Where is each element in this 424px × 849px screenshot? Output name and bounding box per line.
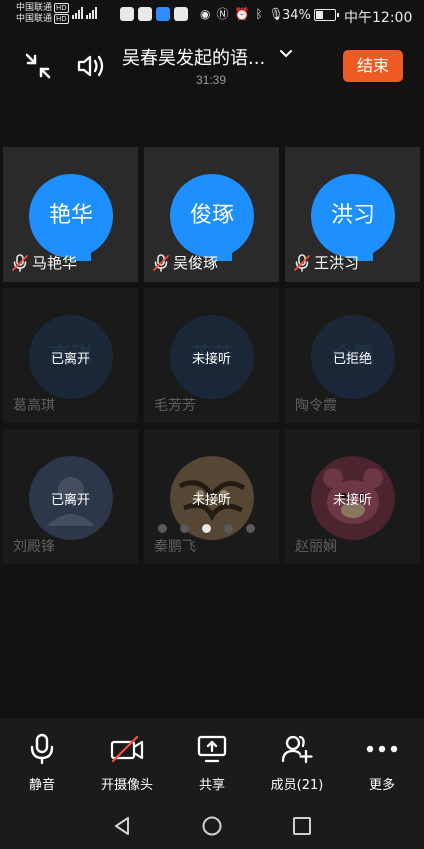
clock: 中午12:00 [344, 10, 413, 26]
more-icon [366, 745, 398, 753]
hd-badge-2: HD [54, 14, 69, 24]
call-header: 吴春昊发起的语... 31:39 结束 [0, 30, 424, 100]
minimize-icon [25, 53, 51, 79]
share-screen-icon [197, 735, 227, 763]
app-notification-icon [120, 7, 134, 21]
camera-off-icon [110, 735, 144, 763]
participant-tile[interactable]: 艳华 马艳华 [3, 147, 138, 282]
participant-name: 王洪习 [314, 254, 360, 272]
participant-status: 已拒绝 [332, 352, 372, 367]
eye-icon: ◉ [200, 7, 211, 21]
add-member-icon [281, 735, 313, 764]
chevron-down-icon[interactable] [278, 46, 294, 62]
members-button[interactable]: 成员(21) [257, 732, 337, 793]
system-nav-bar [0, 804, 424, 849]
participant-status: 未接听 [191, 352, 231, 367]
participant-name: 赵丽娴 [295, 539, 337, 555]
page-dot[interactable] [224, 524, 233, 533]
battery-percent: 34% [282, 8, 311, 23]
members-label: 成员(21) [270, 778, 324, 793]
app-notification-icon [174, 7, 188, 21]
participant-name: 秦鹏飞 [154, 539, 196, 555]
share-label: 共享 [198, 778, 225, 793]
system-icons: ◉ Ⓝ ⏰ ᛒ 🎙 [200, 7, 284, 21]
participant-name: 马艳华 [32, 254, 78, 272]
more-label: 更多 [368, 778, 395, 793]
bluetooth-icon: ᛒ [255, 7, 263, 21]
call-title[interactable]: 吴春昊发起的语... [122, 44, 265, 70]
recents-icon[interactable] [292, 815, 312, 837]
participant-tile[interactable]: 未接听 赵丽娴 [285, 429, 420, 564]
back-icon[interactable] [112, 815, 132, 837]
status-bar: 中国联通 HD 中国联通 HD ◉ Ⓝ ⏰ ᛒ 🎙 34% 中午12:00 [0, 0, 424, 30]
participant-tile[interactable]: 俊琢 吴俊琢 [144, 147, 279, 282]
mute-button[interactable]: 静音 [2, 732, 82, 793]
microphone-icon [30, 733, 54, 765]
participant-name: 毛芳芳 [154, 398, 196, 414]
camera-label: 开摄像头 [100, 778, 153, 793]
hd-badge-1: HD [54, 3, 69, 13]
participant-name: 刘殿锋 [13, 539, 55, 555]
carrier-2: 中国联通 [16, 14, 53, 24]
signal-icons [72, 7, 98, 19]
home-icon[interactable] [201, 815, 223, 837]
participant-name: 陶令霞 [295, 398, 337, 414]
call-timer: 31:39 [196, 73, 227, 87]
minimize-button[interactable] [22, 50, 54, 82]
page-dot[interactable] [158, 524, 167, 533]
end-call-button[interactable]: 结束 [343, 50, 403, 82]
participant-tile[interactable]: 已离开 刘殿锋 [3, 429, 138, 564]
nfc-icon: Ⓝ [216, 7, 229, 21]
speaker-button[interactable] [74, 50, 108, 82]
carrier-1: 中国联通 [16, 3, 53, 13]
call-toolbar: 静音 开摄像头 共享 成员(21) 更多 [0, 718, 424, 804]
page-dot-active[interactable] [202, 524, 211, 533]
signal-icon [86, 7, 97, 19]
share-button[interactable]: 共享 [172, 732, 252, 793]
more-button[interactable]: 更多 [342, 732, 422, 793]
muted-mic-icon [153, 253, 169, 272]
page-dot[interactable] [246, 524, 255, 533]
participant-name: 吴俊琢 [173, 254, 219, 272]
speaker-icon [77, 55, 104, 77]
signal-icon [72, 7, 83, 19]
page-indicator[interactable] [158, 524, 255, 533]
muted-mic-icon [294, 253, 310, 272]
notification-icons [120, 7, 188, 21]
participant-tile[interactable]: 未接听 秦鹏飞 [144, 429, 279, 564]
participant-tile[interactable]: 高琪 已离开 葛高琪 [3, 288, 138, 423]
participant-status: 已离开 [50, 352, 90, 367]
page-dot[interactable] [180, 524, 189, 533]
app-notification-icon [156, 7, 170, 21]
alarm-icon: ⏰ [234, 7, 250, 21]
participant-status: 未接听 [191, 493, 231, 508]
participant-tile[interactable]: 令霞 已拒绝 陶令霞 [285, 288, 420, 423]
app-notification-icon [138, 7, 152, 21]
carrier-info: 中国联通 HD 中国联通 HD [16, 3, 69, 25]
battery-icon [314, 9, 339, 21]
participant-status: 未接听 [332, 493, 372, 508]
participant-name: 葛高琪 [13, 398, 55, 414]
participant-tile[interactable]: 洪习 王洪习 [285, 147, 420, 282]
muted-mic-icon [12, 253, 28, 272]
mute-label: 静音 [28, 778, 55, 793]
participant-status: 已离开 [50, 493, 90, 508]
participant-tile[interactable]: 芳芳 未接听 毛芳芳 [144, 288, 279, 423]
camera-button[interactable]: 开摄像头 [87, 732, 167, 793]
